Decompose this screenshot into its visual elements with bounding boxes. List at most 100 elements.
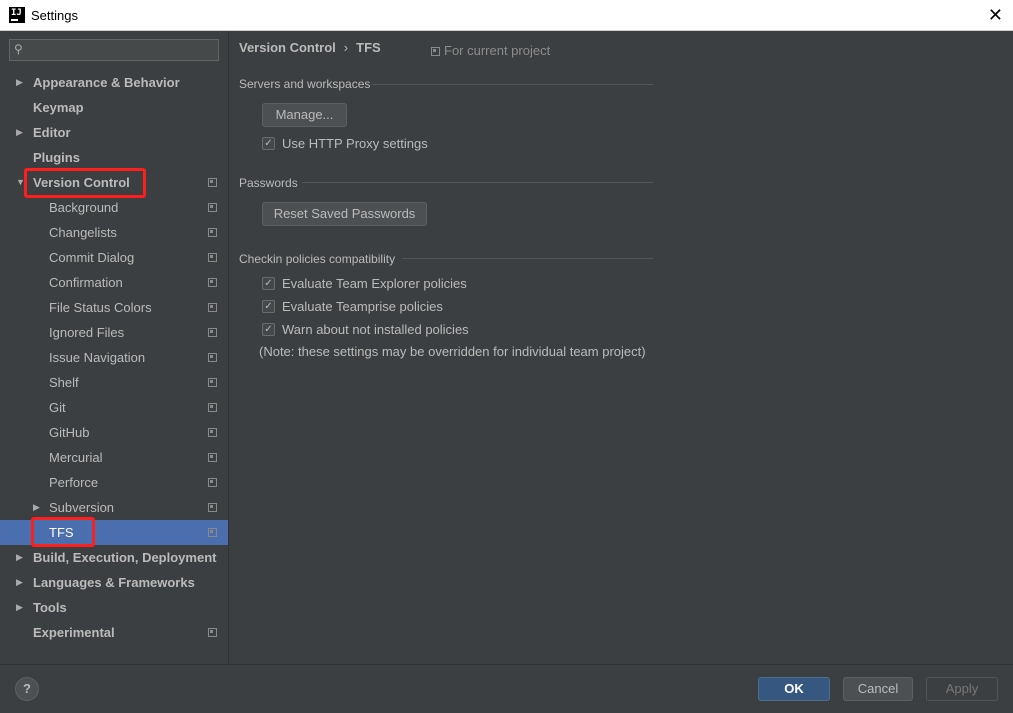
project-scope-icon	[208, 503, 217, 512]
tree-item-label: Subversion	[49, 500, 115, 515]
tree-item-editor[interactable]: ▶ Editor	[0, 120, 228, 145]
tree-item-appearance-behavior[interactable]: ▶ Appearance & Behavior	[0, 70, 228, 95]
evaluate-teamprise-checkbox[interactable]: ✓	[262, 300, 275, 313]
reset-saved-passwords-button[interactable]: Reset Saved Passwords	[262, 202, 427, 226]
tree-item-changelists[interactable]: Changelists	[0, 220, 228, 245]
magnifier-icon: ⚲	[14, 42, 23, 56]
use-http-proxy-checkbox[interactable]: ✓	[262, 137, 275, 150]
scope-indicator: For current project	[431, 43, 550, 58]
project-scope-icon	[208, 328, 217, 337]
breadcrumb-parent[interactable]: Version Control	[239, 40, 336, 55]
tree-item-shelf[interactable]: Shelf	[0, 370, 228, 395]
tree-item-label: Confirmation	[49, 275, 123, 290]
close-icon[interactable]: ✕	[988, 5, 1003, 25]
scope-label: For current project	[444, 43, 551, 58]
tree-item-label: Background	[49, 200, 119, 215]
tree-item-plugins[interactable]: Plugins	[0, 145, 228, 170]
settings-sidebar: ⚲ ▶ Appearance & Behavior Keymap ▶ Edito…	[0, 31, 229, 664]
section-divider	[402, 258, 653, 259]
project-scope-icon	[208, 628, 217, 637]
tree-item-experimental[interactable]: Experimental	[0, 620, 228, 645]
search-field[interactable]: ⚲	[9, 39, 219, 61]
collapse-arrow-icon[interactable]: ▼	[16, 170, 28, 195]
checkin-note: (Note: these settings may be overridden …	[259, 344, 646, 359]
expand-arrow-icon[interactable]: ▶	[16, 120, 28, 145]
tree-item-file-status-colors[interactable]: File Status Colors	[0, 295, 228, 320]
expand-arrow-icon[interactable]: ▶	[16, 570, 28, 595]
project-scope-icon	[431, 47, 440, 56]
checkbox-label: Evaluate Team Explorer policies	[282, 276, 467, 291]
tree-item-commit-dialog[interactable]: Commit Dialog	[0, 245, 228, 270]
tree-item-label: Git	[49, 400, 66, 415]
expand-arrow-icon[interactable]: ▶	[33, 495, 45, 520]
project-scope-icon	[208, 253, 217, 262]
checkbox-label: Evaluate Teamprise policies	[282, 299, 443, 314]
section-divider	[302, 182, 653, 183]
tree-item-label: File Status Colors	[49, 300, 152, 315]
search-input[interactable]	[32, 41, 216, 61]
apply-button[interactable]: Apply	[926, 677, 998, 701]
ok-button[interactable]: OK	[758, 677, 830, 701]
settings-tree: ▶ Appearance & Behavior Keymap ▶ Editor …	[0, 70, 228, 645]
tree-item-label: Changelists	[49, 225, 117, 240]
evaluate-team-explorer-checkbox[interactable]: ✓	[262, 277, 275, 290]
tree-item-ignored-files[interactable]: Ignored Files	[0, 320, 228, 345]
project-scope-icon	[208, 528, 217, 537]
project-scope-icon	[208, 403, 217, 412]
tree-item-background[interactable]: Background	[0, 195, 228, 220]
tree-item-version-control[interactable]: ▼ Version Control	[0, 170, 228, 195]
section-title-servers: Servers and workspaces	[239, 77, 371, 91]
project-scope-icon	[208, 478, 217, 487]
manage-button[interactable]: Manage...	[262, 103, 347, 127]
tree-item-label: Issue Navigation	[49, 350, 146, 365]
warn-not-installed-checkbox[interactable]: ✓	[262, 323, 275, 336]
breadcrumb-separator: ›	[343, 40, 349, 55]
project-scope-icon	[208, 453, 217, 462]
project-scope-icon	[208, 178, 217, 187]
tree-item-label: TFS	[49, 525, 74, 540]
intellij-logo-icon: IJ	[9, 7, 25, 23]
tree-item-git[interactable]: Git	[0, 395, 228, 420]
cancel-button[interactable]: Cancel	[843, 677, 913, 701]
tree-item-label: Mercurial	[49, 450, 103, 465]
tree-item-label: Shelf	[49, 375, 79, 390]
expand-arrow-icon[interactable]: ▶	[16, 595, 28, 620]
tree-item-label: Ignored Files	[49, 325, 125, 340]
tree-item-github[interactable]: GitHub	[0, 420, 228, 445]
tree-item-label: Perforce	[49, 475, 99, 490]
tree-item-build-execution-deployment[interactable]: ▶ Build, Execution, Deployment	[0, 545, 228, 570]
dialog-footer: ? OK Cancel Apply	[0, 664, 1013, 713]
project-scope-icon	[208, 428, 217, 437]
project-scope-icon	[208, 353, 217, 362]
tree-item-label: GitHub	[49, 425, 90, 440]
tree-item-label: Version Control	[33, 175, 130, 190]
settings-content: Version Control › TFS For current project …	[229, 31, 1013, 664]
tree-item-keymap[interactable]: Keymap	[0, 95, 228, 120]
logo-text: IJ	[11, 8, 22, 18]
project-scope-icon	[208, 203, 217, 212]
project-scope-icon	[208, 378, 217, 387]
tree-item-tfs[interactable]: TFS	[0, 520, 228, 545]
section-title-passwords: Passwords	[239, 176, 298, 190]
tree-item-issue-navigation[interactable]: Issue Navigation	[0, 345, 228, 370]
tree-item-label: Plugins	[33, 150, 80, 165]
tree-item-label: Commit Dialog	[49, 250, 135, 265]
project-scope-icon	[208, 228, 217, 237]
checkbox-label: Use HTTP Proxy settings	[282, 136, 428, 151]
breadcrumb: Version Control › TFS	[239, 40, 381, 55]
tree-item-mercurial[interactable]: Mercurial	[0, 445, 228, 470]
tree-item-label: Appearance & Behavior	[33, 75, 180, 90]
window-titlebar: IJ Settings ✕	[0, 0, 1013, 31]
tree-item-label: Build, Execution, Deployment	[33, 550, 217, 565]
tree-item-perforce[interactable]: Perforce	[0, 470, 228, 495]
tree-item-subversion[interactable]: ▶ Subversion	[0, 495, 228, 520]
tree-item-label: Keymap	[33, 100, 84, 115]
expand-arrow-icon[interactable]: ▶	[16, 545, 28, 570]
tree-item-languages-frameworks[interactable]: ▶ Languages & Frameworks	[0, 570, 228, 595]
help-button[interactable]: ?	[15, 677, 39, 701]
section-divider	[372, 84, 653, 85]
expand-arrow-icon[interactable]: ▶	[16, 70, 28, 95]
project-scope-icon	[208, 278, 217, 287]
tree-item-tools[interactable]: ▶ Tools	[0, 595, 228, 620]
tree-item-confirmation[interactable]: Confirmation	[0, 270, 228, 295]
